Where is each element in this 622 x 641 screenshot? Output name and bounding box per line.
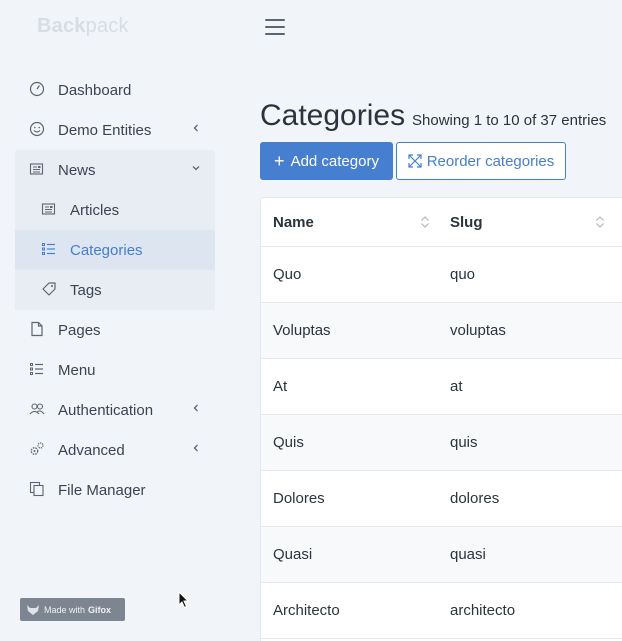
cell-slug: quo [450, 266, 476, 283]
table-row: At at [261, 359, 622, 415]
sidebar-item-label: Dashboard [58, 82, 132, 99]
users-icon [29, 403, 45, 415]
expand-arrows-icon [408, 154, 422, 168]
newspaper-icon [41, 203, 56, 215]
hamburger-menu-icon[interactable] [265, 19, 285, 35]
table-row: Architecto architecto [261, 583, 622, 639]
sidebar-submenu-news: Articles Categories Tags [15, 190, 215, 310]
gifox-watermark: Made with Gifox [20, 598, 125, 621]
sidebar-item-label: Authentication [58, 402, 154, 419]
mouse-cursor-icon [178, 591, 190, 609]
files-icon [29, 481, 44, 497]
smile-icon [29, 121, 45, 137]
cell-slug: quasi [450, 546, 486, 563]
sidebar-item-advanced[interactable]: Advanced [15, 430, 215, 470]
sidebar-item-tags[interactable]: Tags [15, 270, 215, 310]
sidebar-item-categories[interactable]: Categories [15, 230, 215, 270]
column-header-name[interactable]: Name [273, 214, 314, 231]
brand-logo-bold: Back [37, 15, 86, 37]
table-row: Quis quis [261, 415, 622, 471]
fox-icon [27, 604, 39, 615]
sidebar-item-label: Articles [70, 202, 120, 219]
cell-name: Voluptas [273, 322, 331, 339]
list-icon [30, 363, 43, 375]
watermark-prefix: Made with [44, 604, 86, 615]
add-category-button[interactable]: + Add category [260, 142, 393, 180]
sidebar-item-label: News [58, 162, 96, 179]
chevron-left-icon [193, 124, 198, 132]
dashboard-icon [29, 81, 45, 97]
brand-logo[interactable]: Backpack [37, 15, 129, 38]
sidebar: Dashboard Demo Entities News Articles Ca… [15, 70, 215, 510]
sidebar-item-label: File Manager [58, 482, 146, 499]
newspaper-icon [29, 163, 44, 175]
sort-icon[interactable] [420, 215, 430, 229]
cell-name: Quo [273, 266, 302, 283]
brand-logo-light: pack [85, 15, 129, 37]
sidebar-item-news[interactable]: News [15, 150, 215, 190]
entries-summary: Showing 1 to 10 of 37 entries [412, 112, 607, 129]
sidebar-item-menu[interactable]: Menu [15, 350, 215, 390]
sidebar-item-label: Demo Entities [58, 122, 152, 139]
table-header: Name Slug [261, 198, 622, 247]
sidebar-item-demo-entities[interactable]: Demo Entities [15, 110, 215, 150]
chevron-left-icon [193, 444, 198, 452]
list-icon [42, 243, 55, 255]
add-category-label: Add category [290, 152, 379, 170]
cell-slug: at [450, 378, 463, 395]
reorder-categories-button[interactable]: Reorder categories [396, 142, 566, 180]
column-header-slug[interactable]: Slug [450, 214, 483, 231]
sidebar-item-label: Categories [70, 242, 143, 259]
sidebar-item-dashboard[interactable]: Dashboard [15, 70, 215, 110]
table-row: Voluptas voluptas [261, 303, 622, 359]
sidebar-item-pages[interactable]: Pages [15, 310, 215, 350]
cell-name: Quis [273, 434, 304, 451]
table-row: Dolores dolores [261, 471, 622, 527]
reorder-categories-label: Reorder categories [426, 152, 555, 170]
chevron-left-icon [193, 404, 198, 412]
sidebar-item-authentication[interactable]: Authentication [15, 390, 215, 430]
table-row: Quasi quasi [261, 527, 622, 583]
cell-name: Dolores [273, 490, 325, 507]
sidebar-item-articles[interactable]: Articles [15, 190, 215, 230]
cell-slug: architecto [450, 602, 516, 619]
page-title: Categories [260, 99, 406, 132]
cell-name: Quasi [273, 546, 313, 563]
cell-slug: quis [450, 434, 478, 451]
sidebar-item-label: Advanced [58, 442, 125, 459]
sidebar-item-label: Pages [58, 322, 101, 339]
plus-icon: + [274, 151, 285, 171]
cell-name: At [273, 378, 288, 395]
categories-table: Name Slug Quo quo Voluptas voluptas At a… [260, 197, 622, 641]
file-icon [31, 321, 43, 337]
cell-slug: voluptas [450, 322, 506, 339]
cell-slug: dolores [450, 490, 500, 507]
table-row: Quo quo [261, 247, 622, 303]
sidebar-item-label: Tags [70, 282, 102, 299]
tag-icon [42, 282, 56, 296]
sort-icon[interactable] [595, 215, 605, 229]
sidebar-item-file-manager[interactable]: File Manager [15, 470, 215, 510]
watermark-brand: Gifox [88, 604, 112, 615]
cogs-icon [30, 442, 44, 455]
cell-name: Architecto [273, 602, 340, 619]
chevron-down-icon [192, 166, 200, 171]
sidebar-item-label: Menu [58, 362, 96, 379]
